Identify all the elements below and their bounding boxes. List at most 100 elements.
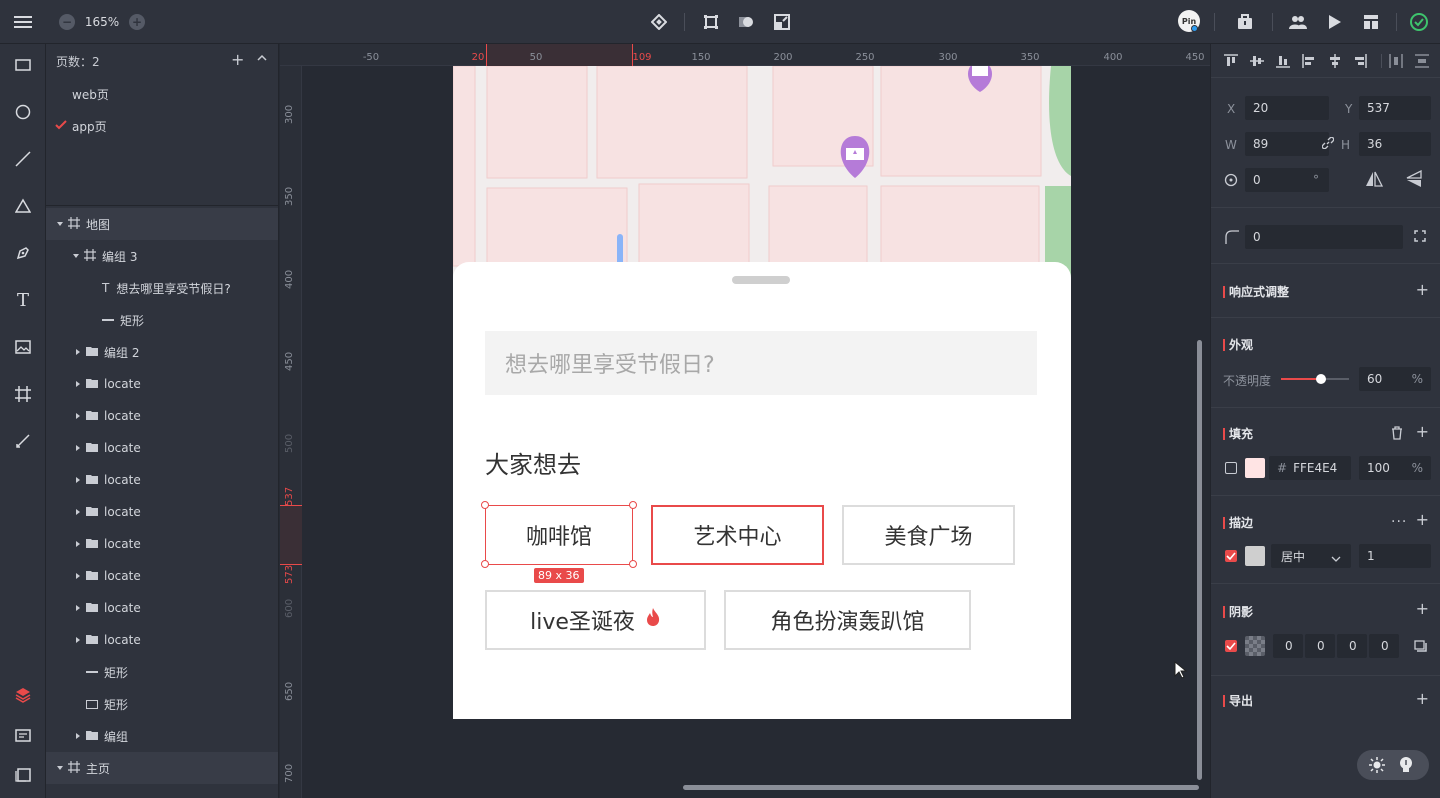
artboard[interactable]: 想去哪里享受节假日? 大家想去 咖啡馆 89 x 36 艺术中心 美食广场 li… <box>453 66 1071 719</box>
artboard-tool-icon[interactable] <box>8 379 38 409</box>
selection-handle[interactable] <box>629 560 637 568</box>
layer-row-text[interactable]: T 想去哪里享受节假日? <box>46 272 278 304</box>
shadow-color-swatch[interactable] <box>1245 636 1265 656</box>
align-top-icon[interactable] <box>1224 54 1238 68</box>
selection-handle[interactable] <box>481 501 489 509</box>
align-middle-icon[interactable] <box>1250 54 1264 68</box>
chip-cafe[interactable]: 咖啡馆 <box>485 505 633 565</box>
drag-handle[interactable] <box>732 276 790 284</box>
align-bottom-icon[interactable] <box>1276 54 1290 68</box>
chip-art-center[interactable]: 艺术中心 <box>651 505 824 565</box>
collapse-pages-icon[interactable] <box>257 52 267 66</box>
align-center-icon[interactable] <box>1328 54 1342 68</box>
layer-row-group[interactable]: locate <box>46 368 278 400</box>
shadow-x-field[interactable]: 0 <box>1273 634 1303 658</box>
frame-icon[interactable] <box>700 11 722 33</box>
add-page-icon[interactable]: + <box>231 50 244 69</box>
search-box[interactable]: 想去哪里享受节假日? <box>485 331 1037 395</box>
layer-row-group[interactable]: 编组 2 <box>46 336 278 368</box>
image-tool-icon[interactable] <box>8 332 38 362</box>
opacity-slider-thumb[interactable] <box>1316 374 1326 384</box>
layer-row-group[interactable]: locate <box>46 528 278 560</box>
layer-row-group[interactable]: locate <box>46 400 278 432</box>
y-field[interactable]: 537 <box>1359 96 1431 120</box>
layer-row-rect[interactable]: 矩形 <box>46 656 278 688</box>
layer-row-artboard[interactable]: 主页 <box>46 752 278 784</box>
more-options-icon[interactable]: ··· <box>1391 514 1407 530</box>
menu-icon[interactable] <box>10 10 36 34</box>
layer-row-group[interactable]: locate <box>46 432 278 464</box>
pen-tool-icon[interactable] <box>8 238 38 268</box>
layer-row-rect[interactable]: 矩形 <box>46 304 278 336</box>
play-icon[interactable] <box>1324 11 1346 33</box>
align-left-icon[interactable] <box>1302 54 1316 68</box>
selection-handle[interactable] <box>629 501 637 509</box>
ellipse-tool-icon[interactable] <box>8 97 38 127</box>
link-icon[interactable] <box>1321 136 1335 152</box>
zoom-in-icon[interactable]: + <box>129 14 145 30</box>
add-export-icon[interactable]: + <box>1416 689 1429 708</box>
toolbox-icon[interactable] <box>1234 11 1256 33</box>
w-field[interactable]: 89 <box>1245 132 1329 156</box>
layer-row-group[interactable]: 编组 3 <box>46 240 278 272</box>
layer-row-artboard[interactable]: 地图 <box>46 208 278 240</box>
slice-tool-icon[interactable] <box>8 426 38 456</box>
distribute-vertical-icon[interactable] <box>1415 54 1429 68</box>
sun-icon[interactable] <box>1369 757 1385 776</box>
page-item[interactable]: app页 <box>46 110 278 142</box>
layer-row-group[interactable]: locate <box>46 592 278 624</box>
delete-fill-icon[interactable] <box>1391 426 1403 443</box>
save-status-icon[interactable] <box>1408 11 1430 33</box>
component-icon[interactable] <box>648 11 670 33</box>
layer-row-group[interactable]: locate <box>46 496 278 528</box>
add-responsive-icon[interactable]: + <box>1416 280 1429 299</box>
fill-color-swatch[interactable] <box>1245 458 1265 478</box>
shadow-enable-checkbox[interactable] <box>1225 640 1237 652</box>
replace-image-icon[interactable] <box>771 11 793 33</box>
layout-icon[interactable] <box>1360 11 1382 33</box>
shadow-y-field[interactable]: 0 <box>1305 634 1335 658</box>
layers-panel-icon[interactable] <box>8 680 38 710</box>
zoom-out-icon[interactable]: − <box>59 14 75 30</box>
align-right-icon[interactable] <box>1353 54 1367 68</box>
layer-row-rect[interactable]: 矩形 <box>46 688 278 720</box>
expand-corners-icon[interactable] <box>1414 230 1426 245</box>
layer-row-group[interactable]: 编组 <box>46 720 278 752</box>
stroke-color-swatch[interactable] <box>1245 546 1265 566</box>
collaborators-icon[interactable] <box>1287 11 1309 33</box>
vertical-scrollbar[interactable] <box>1197 340 1202 780</box>
chip-food-court[interactable]: 美食广场 <box>842 505 1015 565</box>
rotation-field[interactable]: 0 ° <box>1245 168 1329 192</box>
page-item[interactable]: web页 <box>46 78 278 110</box>
stroke-enable-checkbox[interactable] <box>1225 550 1237 562</box>
add-fill-icon[interactable]: + <box>1416 422 1429 441</box>
shadow-type-icon[interactable] <box>1414 640 1427 655</box>
add-stroke-icon[interactable]: + <box>1416 510 1429 529</box>
layer-row-group[interactable]: locate <box>46 624 278 656</box>
chip-roleplay-party[interactable]: 角色扮演轰趴馆 <box>724 590 971 650</box>
fill-enable-checkbox[interactable] <box>1225 462 1237 474</box>
assets-panel-icon[interactable] <box>8 720 38 750</box>
layer-row-group[interactable]: locate <box>46 560 278 592</box>
stroke-width-field[interactable]: 1 <box>1359 544 1431 568</box>
triangle-tool-icon[interactable] <box>8 191 38 221</box>
fill-opacity-field[interactable]: 100 % <box>1359 456 1431 480</box>
flip-horizontal-icon[interactable] <box>1365 170 1384 191</box>
line-tool-icon[interactable] <box>8 144 38 174</box>
selection-handle[interactable] <box>481 560 489 568</box>
layer-row-group[interactable]: locate <box>46 464 278 496</box>
rectangle-tool-icon[interactable] <box>8 50 38 80</box>
shadow-spread-field[interactable]: 0 <box>1369 634 1399 658</box>
canvas[interactable]: -50 20 50 109 150 200 250 300 350 400 45… <box>280 44 1210 798</box>
add-shadow-icon[interactable]: + <box>1416 599 1429 618</box>
opacity-field[interactable]: 60 % <box>1359 367 1431 391</box>
stroke-align-select[interactable]: 居中 <box>1271 544 1351 568</box>
x-field[interactable]: 20 <box>1245 96 1329 120</box>
distribute-horizontal-icon[interactable] <box>1389 54 1403 68</box>
horizontal-scrollbar[interactable] <box>683 785 1199 790</box>
radius-field[interactable]: 0 <box>1245 225 1403 249</box>
lightbulb-icon[interactable] <box>1399 756 1413 777</box>
mask-icon[interactable] <box>735 11 757 33</box>
h-field[interactable]: 36 <box>1359 132 1431 156</box>
zoom-level[interactable]: 165% <box>82 13 122 31</box>
